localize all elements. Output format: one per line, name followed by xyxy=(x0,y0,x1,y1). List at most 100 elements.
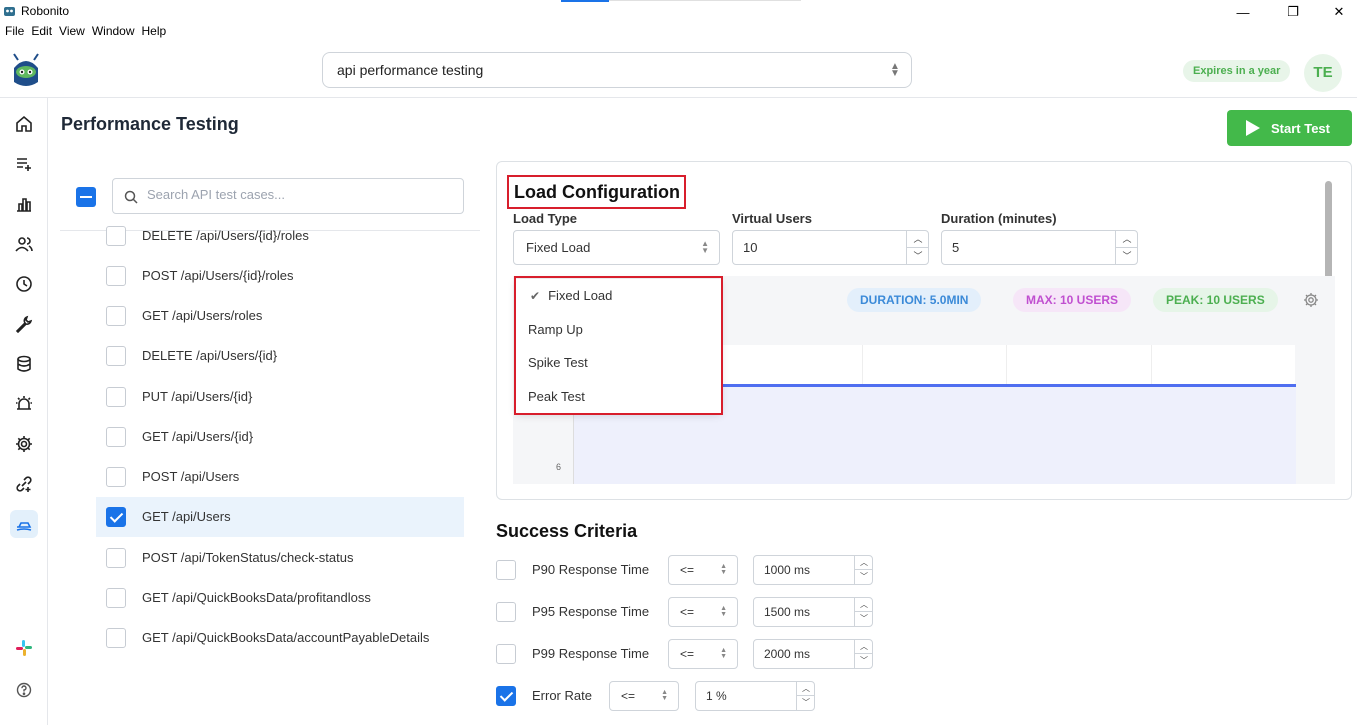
playlist-add-icon[interactable] xyxy=(10,150,38,178)
users-icon[interactable] xyxy=(10,230,38,258)
criteria-value-input[interactable]: 2000 ms ︿ ﹀ xyxy=(753,639,873,669)
criteria-name: Error Rate xyxy=(532,688,592,703)
chart-settings-icon[interactable] xyxy=(1303,292,1319,308)
test-checkbox[interactable] xyxy=(106,346,126,366)
criteria-stepper[interactable]: ︿ ﹀ xyxy=(854,598,873,626)
chevron-up-icon[interactable]: ︿ xyxy=(855,556,873,570)
criteria-operator-select[interactable]: <= ▲ ▼ xyxy=(668,597,738,627)
start-test-button[interactable]: Start Test xyxy=(1227,110,1352,146)
grid-line xyxy=(1006,345,1007,385)
help-icon[interactable] xyxy=(10,676,38,704)
menu-edit[interactable]: Edit xyxy=(31,24,52,42)
search-input[interactable] xyxy=(147,187,447,202)
test-checkbox[interactable] xyxy=(106,266,126,286)
minimize-button[interactable]: — xyxy=(1220,2,1266,22)
test-row[interactable]: POST /api/Users xyxy=(96,457,464,497)
criteria-name: P99 Response Time xyxy=(532,646,650,661)
chevron-down-icon[interactable]: ﹀ xyxy=(855,654,873,668)
test-checkbox-checked[interactable] xyxy=(106,507,126,527)
criteria-stepper[interactable]: ︿ ﹀ xyxy=(854,556,873,584)
search-field[interactable] xyxy=(112,178,464,214)
criteria-checkbox[interactable] xyxy=(496,644,516,664)
bar-chart-icon[interactable] xyxy=(10,190,38,218)
chevron-down-icon[interactable]: ﹀ xyxy=(907,248,929,265)
criteria-value-input[interactable]: 1 % ︿ ﹀ xyxy=(695,681,815,711)
chevron-up-icon[interactable]: ︿ xyxy=(797,682,815,696)
criteria-operator-select[interactable]: <= ▲ ▼ xyxy=(668,555,738,585)
test-checkbox[interactable] xyxy=(106,467,126,487)
database-icon[interactable] xyxy=(10,350,38,378)
criteria-checkbox[interactable] xyxy=(496,560,516,580)
test-checkbox[interactable] xyxy=(106,548,126,568)
test-label: GET /api/Users xyxy=(142,509,231,524)
test-checkbox[interactable] xyxy=(106,588,126,608)
test-row[interactable]: GET /api/QuickBooksData/profitandloss xyxy=(96,578,464,618)
test-checkbox[interactable] xyxy=(106,226,126,246)
close-button[interactable]: ✕ xyxy=(1316,2,1357,22)
duration-badge: DURATION: 5.0MIN xyxy=(847,288,982,312)
chevron-up-icon[interactable]: ︿ xyxy=(1116,231,1138,248)
criteria-operator-select[interactable]: <= ▲ ▼ xyxy=(668,639,738,669)
select-all-checkbox[interactable] xyxy=(76,187,96,207)
criteria-stepper[interactable]: ︿ ﹀ xyxy=(796,682,815,710)
test-row[interactable]: POST /api/TokenStatus/check-status xyxy=(96,538,464,578)
project-select[interactable]: api performance testing ▲ ▼ xyxy=(322,52,912,88)
window-title: Robonito xyxy=(21,4,70,18)
test-checkbox[interactable] xyxy=(106,427,126,447)
chevron-down-icon[interactable]: ﹀ xyxy=(855,612,873,626)
performance-icon[interactable] xyxy=(10,510,38,538)
wrench-icon[interactable] xyxy=(10,310,38,338)
chevron-updown-icon: ▲ ▼ xyxy=(661,689,668,702)
criteria-value-input[interactable]: 1500 ms ︿ ﹀ xyxy=(753,597,873,627)
chevron-up-icon[interactable]: ︿ xyxy=(907,231,929,248)
criteria-value-input[interactable]: 1000 ms ︿ ﹀ xyxy=(753,555,873,585)
home-icon[interactable] xyxy=(10,110,38,138)
app-icon xyxy=(4,7,15,16)
load-type-select[interactable]: Fixed Load ▲ ▼ xyxy=(513,230,720,265)
restore-button[interactable]: ❐ xyxy=(1270,2,1316,22)
link-icon[interactable] xyxy=(10,470,38,498)
title-accent-track xyxy=(609,0,801,1)
criteria-checkbox-checked[interactable] xyxy=(496,686,516,706)
test-checkbox[interactable] xyxy=(106,306,126,326)
test-row[interactable]: POST /api/Users/{id}/roles xyxy=(96,256,464,296)
operator-value: <= xyxy=(680,563,695,577)
duration-input[interactable]: 5 ︿ ﹀ xyxy=(941,230,1138,265)
avatar[interactable]: TE xyxy=(1304,54,1342,92)
virtual-users-input[interactable]: 10 ︿ ﹀ xyxy=(732,230,929,265)
duration-stepper[interactable]: ︿ ﹀ xyxy=(1115,231,1138,265)
chevron-down-icon[interactable]: ﹀ xyxy=(855,570,873,584)
menu-window[interactable]: Window xyxy=(92,24,135,42)
menu-file[interactable]: File xyxy=(5,24,24,42)
test-checkbox[interactable] xyxy=(106,387,126,407)
criteria-stepper[interactable]: ︿ ﹀ xyxy=(854,640,873,668)
test-label: DELETE /api/Users/{id}/roles xyxy=(142,228,309,243)
virtual-users-stepper[interactable]: ︿ ﹀ xyxy=(906,231,929,265)
test-row[interactable]: GET /api/QuickBooksData/accountPayableDe… xyxy=(96,618,464,658)
criteria-operator-select[interactable]: <= ▲ ▼ xyxy=(609,681,679,711)
virtual-users-label: Virtual Users xyxy=(732,211,812,226)
test-row[interactable]: GET /api/Users/{id} xyxy=(96,417,464,457)
menu-help[interactable]: Help xyxy=(142,24,167,42)
test-row[interactable]: PUT /api/Users/{id} xyxy=(96,377,464,417)
title-bar: Robonito — ❐ ✕ xyxy=(0,0,1357,24)
criteria-checkbox[interactable] xyxy=(496,602,516,622)
menu-view[interactable]: View xyxy=(59,24,85,42)
alarm-icon[interactable] xyxy=(10,390,38,418)
start-test-label: Start Test xyxy=(1271,120,1330,136)
chevron-down-icon[interactable]: ﹀ xyxy=(797,696,815,710)
test-row[interactable]: DELETE /api/Users/{id} xyxy=(96,336,464,376)
test-row-selected[interactable]: GET /api/Users xyxy=(96,497,464,537)
success-criteria-title: Success Criteria xyxy=(496,521,638,541)
test-row[interactable]: GET /api/Users/roles xyxy=(96,296,464,336)
chevron-down-icon[interactable]: ﹀ xyxy=(1116,248,1138,265)
slack-icon[interactable] xyxy=(10,634,38,662)
settings-icon[interactable] xyxy=(10,430,38,458)
title-accent xyxy=(561,0,609,2)
test-checkbox[interactable] xyxy=(106,628,126,648)
clock-icon[interactable] xyxy=(10,270,38,298)
chevron-up-icon[interactable]: ︿ xyxy=(855,598,873,612)
grid-line xyxy=(862,345,863,385)
test-row[interactable]: DELETE /api/Users/{id}/roles xyxy=(96,225,464,256)
chevron-up-icon[interactable]: ︿ xyxy=(855,640,873,654)
